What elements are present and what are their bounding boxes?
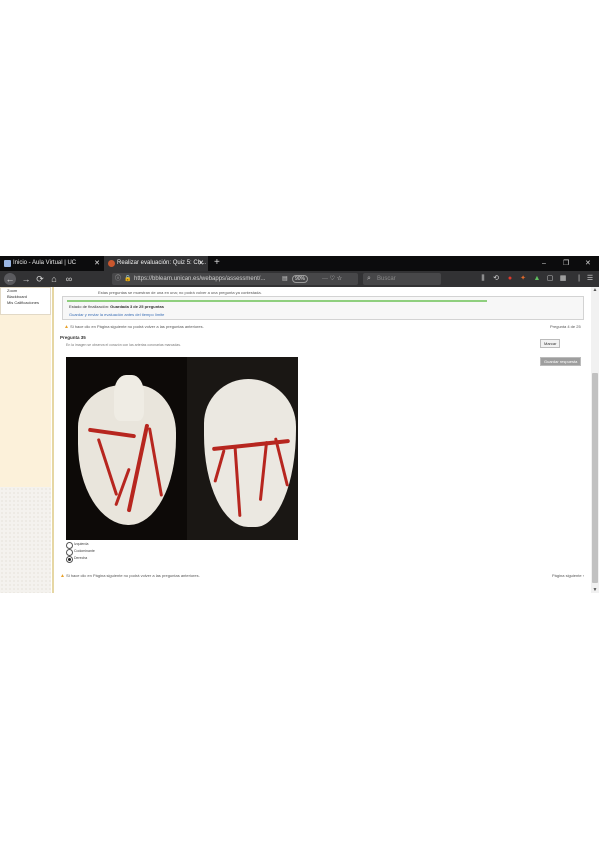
screenshot-icon[interactable]: ▦ (558, 273, 568, 285)
tab-title: Inicio - Aula Virtual | UC (13, 260, 77, 266)
extension-icon[interactable]: ▲ (532, 273, 542, 285)
page-scrollbar[interactable]: ▲ ▼ (591, 287, 599, 593)
scrollbar-thumb[interactable] (592, 373, 598, 583)
search-placeholder: Buscar (377, 276, 396, 282)
forward-icon[interactable]: → (20, 273, 32, 285)
info-icon[interactable]: ⓘ (115, 273, 121, 285)
page-actions-icon[interactable]: ··· ♡ ☆ (322, 273, 342, 285)
glasses-icon[interactable]: ∞ (63, 273, 75, 285)
sidebar-icon[interactable]: ▢ (545, 273, 555, 285)
page: Zoom Blackboard Mis Calificaciones Estas… (0, 287, 599, 593)
status-value: Guardada 3 de 25 preguntas (110, 304, 164, 309)
adblock-icon[interactable]: ● (505, 273, 515, 285)
next-page-button[interactable]: Página siguiente › (552, 573, 584, 578)
radio-button[interactable] (66, 542, 73, 549)
warning-text: Si hace clic en Página siguiente no podr… (66, 573, 200, 578)
home-icon[interactable]: ⌂ (48, 273, 60, 285)
address-bar[interactable]: ⓘ 🔒 https://bblearn.unican.es/webapps/as… (112, 273, 358, 285)
search-icon: ⌕ (367, 275, 371, 282)
tab-realizar-evaluacion[interactable]: Realizar evaluación: Quiz 5: Ch... ✕ (104, 256, 208, 271)
sidebar-item-calificaciones[interactable]: Mis Calificaciones (1, 300, 50, 306)
question-text: En la imagen se observa el corazón con l… (66, 343, 181, 347)
warning-text: Si hace clic en Página siguiente no podr… (70, 324, 204, 329)
option-label: Codominante (74, 549, 95, 553)
sidebar-menu: Zoom Blackboard Mis Calificaciones (0, 287, 51, 315)
top-note: Estas preguntas se muestran de una en un… (98, 290, 262, 295)
question-actions: Marcar Guardar respuesta (540, 332, 592, 368)
close-tab-icon[interactable]: ✕ (198, 256, 204, 271)
new-tab-icon[interactable]: + (214, 256, 220, 270)
save-answer-button[interactable]: Guardar respuesta (540, 357, 582, 366)
warning-icon: ▲ (60, 573, 65, 579)
sidebar-pattern (0, 487, 51, 593)
reload-icon[interactable]: ⟳ (34, 273, 46, 285)
assessment-content: Estas preguntas se muestran de una en un… (52, 287, 592, 593)
status-label: Estado de finalización: (69, 304, 110, 309)
option-label: Izquierda (74, 542, 89, 546)
lock-icon: 🔒 (124, 276, 132, 282)
reader-mode-icon[interactable]: ▤ (282, 275, 288, 283)
question-counter-top: Pregunta 4 de 25 (550, 324, 581, 329)
tab-bar: Inicio - Aula Virtual | UC ✕ Realizar ev… (0, 256, 599, 271)
scroll-down-icon[interactable]: ▼ (591, 587, 599, 593)
close-window-icon[interactable]: ✕ (585, 256, 591, 271)
aorta-shape (114, 375, 144, 421)
mark-button[interactable]: Marcar (540, 339, 561, 348)
course-sidebar: Zoom Blackboard Mis Calificaciones (0, 287, 51, 593)
warning-bottom: ▲ Si hace clic en Página siguiente no po… (60, 573, 200, 579)
site-favicon-icon (108, 260, 115, 267)
completion-progress-bar (67, 300, 487, 302)
zoom-level[interactable]: 90% (292, 275, 309, 283)
submission-panel: Estado de finalización: Guardada 3 de 25… (62, 296, 584, 320)
tab-aula-virtual[interactable]: Inicio - Aula Virtual | UC ✕ (0, 256, 104, 271)
question-title: Pregunta 35 (60, 335, 86, 340)
minimize-icon[interactable]: – (542, 256, 546, 271)
option-label: Derecha (74, 556, 88, 560)
heart-photo (66, 357, 298, 540)
next-page-label: Página siguiente › (552, 573, 585, 578)
separator-icon: | (578, 275, 580, 282)
tab-title: Realizar evaluación: Quiz 5: Ch... (117, 260, 207, 266)
sync-icon[interactable]: ⟲ (491, 273, 501, 285)
menu-icon[interactable]: ☰ (585, 273, 595, 285)
navigation-bar: ← → ⟳ ⌂ ∞ ⓘ 🔒 https://bblearn.unican.es/… (0, 271, 599, 287)
browser-window: Inicio - Aula Virtual | UC ✕ Realizar ev… (0, 256, 599, 593)
completion-status: Estado de finalización: Guardada 3 de 25… (69, 304, 164, 309)
radio-button[interactable] (66, 549, 73, 556)
radio-button-selected[interactable] (66, 556, 73, 563)
site-favicon-icon (4, 260, 11, 267)
library-icon[interactable]: ⫼ (478, 273, 488, 285)
save-submit-link[interactable]: Guardar y enviar la evaluación antes del… (69, 312, 164, 317)
url-text[interactable]: https://bblearn.unican.es/webapps/assess… (134, 273, 286, 285)
close-tab-icon[interactable]: ✕ (94, 256, 100, 271)
warning-icon: ▲ (64, 324, 69, 330)
scroll-up-icon[interactable]: ▲ (591, 287, 599, 293)
search-box[interactable]: ⌕ Buscar (363, 273, 441, 285)
restore-icon[interactable]: ❐ (563, 256, 569, 271)
extension-icon[interactable]: ✦ (518, 273, 528, 285)
question-counter-text: Pregunta 4 de 25 (550, 324, 581, 329)
back-icon[interactable]: ← (4, 273, 16, 285)
warning-top: ▲ Si hace clic en Página siguiente no po… (64, 324, 204, 330)
